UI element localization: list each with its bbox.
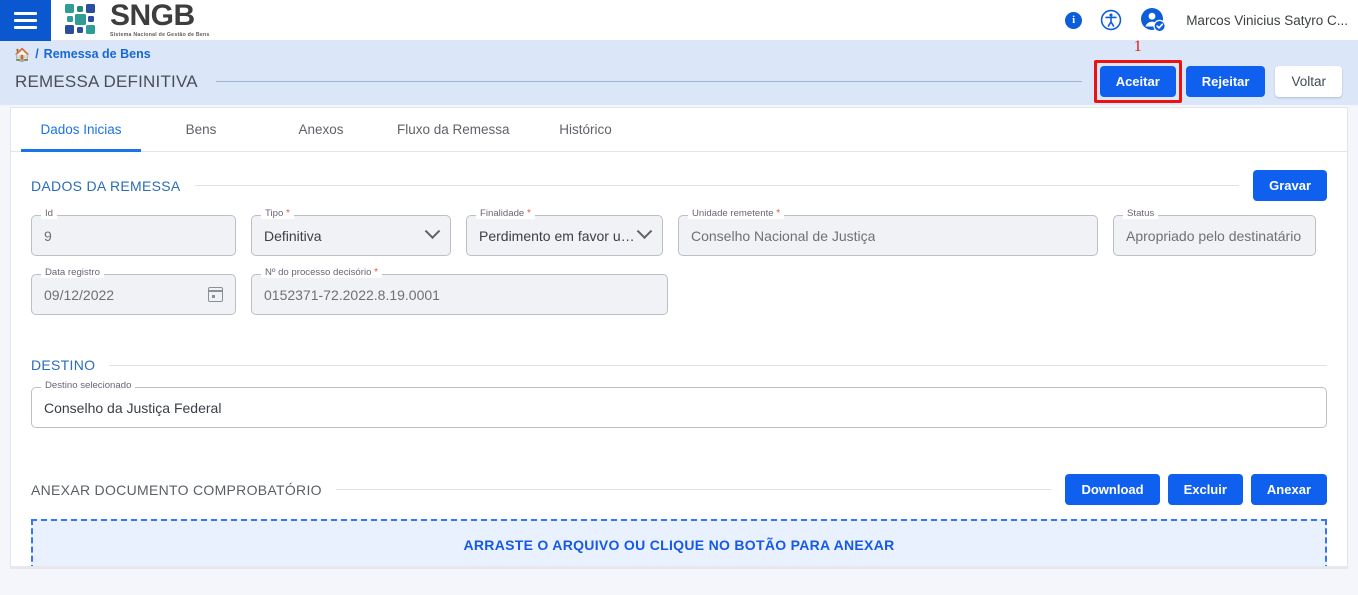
field-value: 09/12/2022 xyxy=(44,286,115,303)
required-marker: * xyxy=(374,267,378,278)
accessibility-icon[interactable] xyxy=(1100,9,1122,31)
breadcrumb-link-remessa-de-bens[interactable]: Remessa de Bens xyxy=(44,47,151,61)
hamburger-bar xyxy=(14,25,37,29)
form-row-2: Data registro 09/12/2022 Nº do processo … xyxy=(31,268,1327,315)
avatar[interactable] xyxy=(1140,7,1166,33)
field-finalidade[interactable]: Finalidade * Perdimento em favor união xyxy=(466,209,663,256)
field-value: 9 xyxy=(44,227,52,244)
field-status[interactable]: Status Apropriado pelo destinatário xyxy=(1113,209,1316,256)
required-marker: * xyxy=(526,208,531,219)
section-buttons: Download Excluir Anexar xyxy=(1065,474,1327,505)
rejeitar-button[interactable]: Rejeitar xyxy=(1185,66,1266,97)
page-title: REMESSA DEFINITIVA xyxy=(15,71,198,91)
tab-historico[interactable]: Histórico xyxy=(526,108,646,151)
section-title: DADOS DA REMESSA xyxy=(31,177,181,194)
field-label: Destino selecionado xyxy=(41,381,136,391)
field-label: Unidade remetente * xyxy=(688,208,785,219)
hamburger-bar xyxy=(14,18,37,22)
field-label: Id xyxy=(41,209,58,219)
field-label: Status xyxy=(1123,209,1159,219)
tab-bens[interactable]: Bens xyxy=(141,108,261,151)
excluir-button[interactable]: Excluir xyxy=(1167,474,1243,505)
annotation-number: 1 xyxy=(1133,38,1142,55)
section-header-anexar-documento: ANEXAR DOCUMENTO COMPROBATÓRIO Download … xyxy=(31,474,1327,505)
gravar-button[interactable]: Gravar xyxy=(1253,170,1327,201)
field-unidade-remetente[interactable]: Unidade remetente * Conselho Nacional de… xyxy=(678,209,1098,256)
top-bar: SNGB Sistema Nacional de Gestão de Bens … xyxy=(0,0,1358,41)
section-divider xyxy=(109,364,1327,366)
tab-label: Anexos xyxy=(298,122,344,137)
breadcrumb-separator: / xyxy=(35,47,39,61)
section-title: ANEXAR DOCUMENTO COMPROBATÓRIO xyxy=(31,481,322,498)
user-name-label[interactable]: Marcos Vinicius Satyro C... xyxy=(1186,13,1348,28)
brand-tagline: Sistema Nacional de Gestão de Bens xyxy=(110,32,210,39)
calendar-icon[interactable] xyxy=(208,287,223,302)
field-value: Apropriado pelo destinatário xyxy=(1126,227,1302,244)
required-marker: * xyxy=(285,208,290,219)
dropzone-label: ARRASTE O ARQUIVO OU CLIQUE NO BOTÃO PAR… xyxy=(463,537,895,553)
download-button[interactable]: Download xyxy=(1065,474,1160,505)
field-value: Perdimento em favor união xyxy=(479,227,639,244)
field-value: 0152371-72.2022.8.19.0001 xyxy=(264,286,440,303)
tab-label: Dados Inicias xyxy=(40,122,122,137)
chevron-down-icon[interactable] xyxy=(424,223,441,240)
section-header-destino: DESTINO xyxy=(31,357,1327,373)
page-title-row: REMESSA DEFINITIVA Aceitar 1 Rejeitar Vo… xyxy=(0,38,1358,103)
aceitar-button[interactable]: Aceitar xyxy=(1099,66,1176,97)
tab-label: Fluxo da Remessa xyxy=(397,122,510,137)
topbar-actions: i Marcos Vinicius Satyro C... xyxy=(1065,7,1358,33)
field-value: Conselho da Justiça Federal xyxy=(44,399,222,416)
voltar-button[interactable]: Voltar xyxy=(1275,66,1342,97)
content-card: Dados Inicias Bens Anexos Fluxo da Remes… xyxy=(10,107,1348,569)
file-dropzone[interactable]: ARRASTE O ARQUIVO OU CLIQUE NO BOTÃO PAR… xyxy=(31,519,1327,566)
page-action-buttons: Aceitar 1 Rejeitar Voltar xyxy=(1093,38,1342,103)
tab-label: Bens xyxy=(185,122,217,137)
field-label: Data registro xyxy=(41,268,104,278)
form-row-1: Id 9 Tipo * Definitiva Finalidade * Perd… xyxy=(31,209,1327,256)
section-divider xyxy=(335,489,1052,490)
field-tipo[interactable]: Tipo * Definitiva xyxy=(251,209,451,256)
hamburger-menu-icon[interactable] xyxy=(0,0,51,41)
home-icon[interactable]: 🏠 xyxy=(14,48,30,61)
field-value: Conselho Nacional de Justiça xyxy=(691,227,876,244)
page-header-band: 🏠 / Remessa de Bens REMESSA DEFINITIVA A… xyxy=(0,38,1358,105)
tab-anexos[interactable]: Anexos xyxy=(261,108,381,151)
tab-fluxo-da-remessa[interactable]: Fluxo da Remessa xyxy=(381,108,526,151)
field-destino-selecionado[interactable]: Destino selecionado Conselho da Justiça … xyxy=(31,381,1327,428)
title-divider xyxy=(215,81,1082,82)
tab-dados-inicias[interactable]: Dados Inicias xyxy=(21,108,141,152)
aceitar-button-wrapper: Aceitar 1 xyxy=(1093,38,1182,103)
field-id[interactable]: Id 9 xyxy=(31,209,236,256)
section-buttons: Gravar xyxy=(1253,170,1327,201)
required-marker: * xyxy=(776,208,781,219)
brand-name: SNGB xyxy=(110,0,195,33)
field-label: Finalidade * xyxy=(476,209,535,219)
section-header-dados-da-remessa: DADOS DA REMESSA Gravar xyxy=(31,170,1327,201)
section-title: DESTINO xyxy=(31,357,96,373)
field-label: Tipo * xyxy=(261,209,294,219)
field-numero-processo-decisorio[interactable]: Nº do processo decisório * 0152371-72.20… xyxy=(251,268,668,315)
info-icon[interactable]: i xyxy=(1065,11,1083,29)
field-label: Nº do processo decisório * xyxy=(261,268,382,278)
breadcrumb: 🏠 / Remessa de Bens xyxy=(0,47,1358,61)
tab-bar: Dados Inicias Bens Anexos Fluxo da Remes… xyxy=(11,108,1347,152)
card-body: DADOS DA REMESSA Gravar Id 9 Tipo * Defi… xyxy=(11,152,1347,566)
anexar-button[interactable]: Anexar xyxy=(1250,474,1327,505)
sngb-logo-icon xyxy=(65,4,102,35)
tab-label: Histórico xyxy=(559,122,612,137)
field-data-registro[interactable]: Data registro 09/12/2022 xyxy=(31,268,236,315)
info-glyph: i xyxy=(1065,11,1083,29)
chevron-down-icon[interactable] xyxy=(636,223,653,240)
section-divider xyxy=(194,185,1240,186)
hamburger-bar xyxy=(14,11,37,15)
field-value: Definitiva xyxy=(264,227,322,244)
brand-logo[interactable]: SNGB Sistema Nacional de Gestão de Bens xyxy=(65,1,210,38)
